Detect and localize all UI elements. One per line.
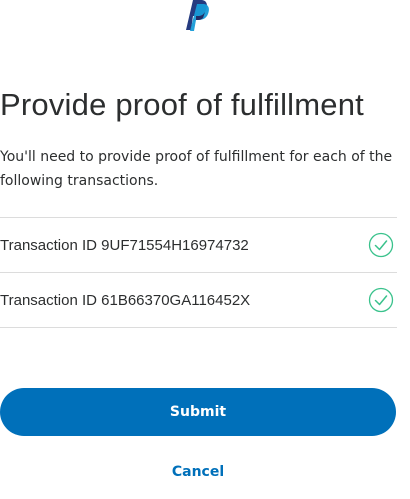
transaction-id-label: Transaction ID 9UF71554H16974732 <box>0 236 249 254</box>
transaction-id-label: Transaction ID 61B66370GA116452X <box>0 291 251 309</box>
transaction-list: Transaction ID 9UF71554H16974732 Transac… <box>0 217 397 328</box>
check-circle-icon <box>368 287 394 313</box>
check-circle-icon <box>368 232 394 258</box>
page-title: Provide proof of fulfillment <box>0 87 364 122</box>
submit-button[interactable]: Submit <box>0 388 396 436</box>
transaction-row: Transaction ID 61B66370GA116452X <box>0 273 397 328</box>
transaction-row: Transaction ID 9UF71554H16974732 <box>0 218 397 273</box>
cancel-link[interactable]: Cancel <box>0 464 396 480</box>
intro-text: You'll need to provide proof of fulfillm… <box>0 149 393 189</box>
paypal-logo-icon <box>181 0 213 32</box>
